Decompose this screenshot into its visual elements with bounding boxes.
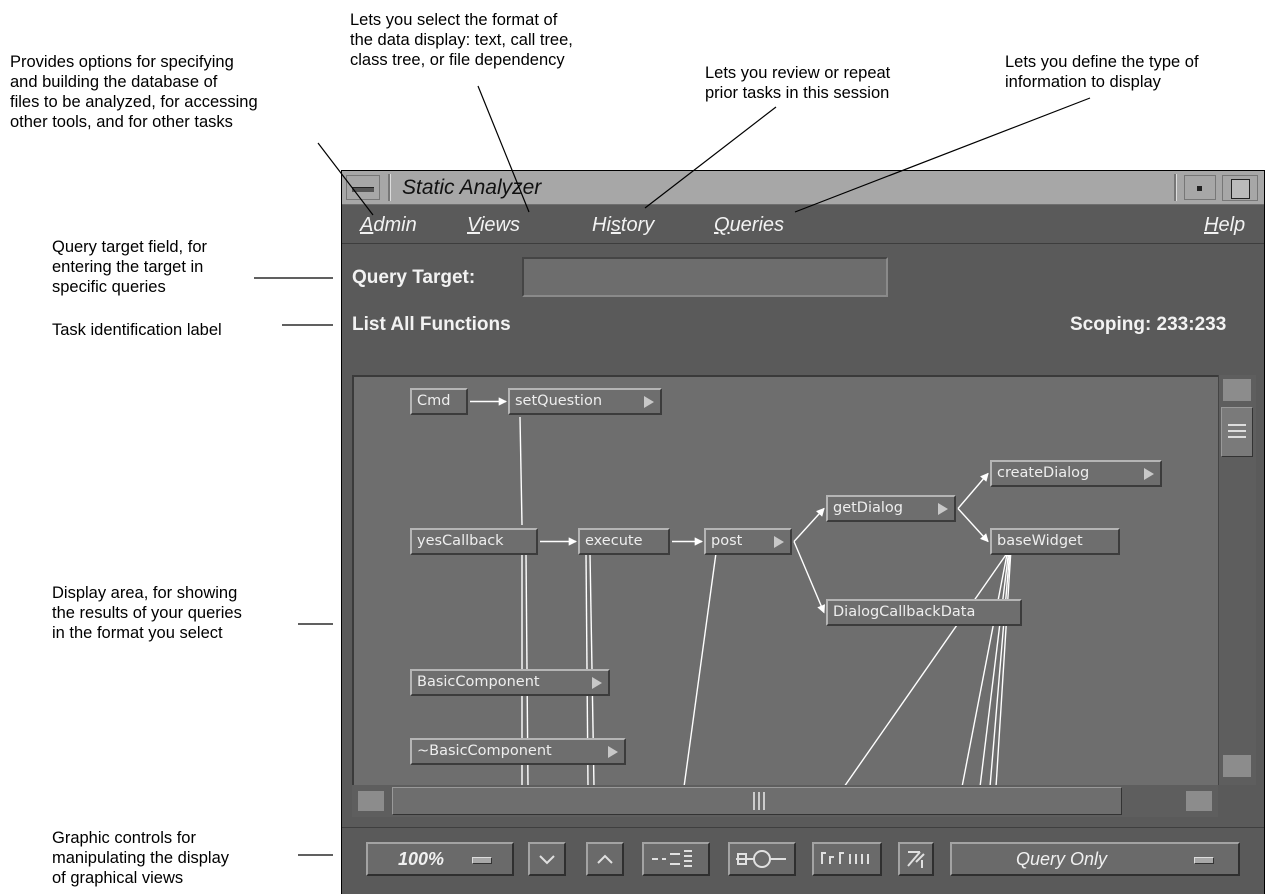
rotate-icon [907, 851, 925, 868]
callout-graphic-controls: Graphic controls for manipulating the di… [52, 829, 230, 887]
horizontal-scrollbar[interactable] [352, 785, 1218, 817]
mode-menu-icon [1194, 857, 1214, 864]
menu-queries[interactable]: Queries [714, 214, 784, 237]
task-identification-label: List All Functions [352, 314, 511, 335]
graph-node-dialogcallbackdata[interactable]: DialogCallbackData [826, 599, 1022, 626]
collapse-icon [539, 855, 555, 865]
vertical-scrollbar[interactable] [1218, 375, 1256, 785]
menu-bar: Admin Views History Queries Help [342, 206, 1264, 244]
graph-node-basewidget[interactable]: baseWidget [990, 528, 1120, 555]
scoping-label: Scoping: 233:233 [1070, 314, 1227, 335]
zoom-menu-icon [472, 857, 492, 864]
scroll-down-arrow-icon[interactable] [1223, 755, 1251, 777]
minimize-button[interactable] [1184, 175, 1216, 200]
graph-node-execute[interactable]: execute [578, 528, 670, 555]
display-area[interactable]: Cmd setQuestion yesCallback execute post… [352, 375, 1218, 785]
callout-views: Lets you select the format of the data d… [350, 11, 573, 69]
graph-edges [470, 397, 1012, 785]
scroll-left-arrow-icon[interactable] [358, 791, 384, 811]
expand-arrow-icon[interactable] [774, 536, 784, 548]
tree-layout-button[interactable] [812, 842, 882, 876]
static-analyzer-window: Static Analyzer Admin Views History Quer… [341, 170, 1265, 894]
graph-node-post[interactable]: post [704, 528, 792, 555]
graph-edge [957, 472, 989, 509]
overview-icon [652, 850, 692, 867]
expand-button[interactable] [586, 842, 624, 876]
callout-queries: Lets you define the type of information … [1005, 53, 1199, 91]
collapse-button[interactable] [528, 842, 566, 876]
mode-menu[interactable]: Query Only [950, 842, 1240, 876]
zoom-menu[interactable]: 100% [366, 842, 514, 876]
graph-node-tilde-basiccomponent[interactable]: ~BasicComponent [410, 738, 626, 765]
vertical-scroll-thumb[interactable] [1221, 407, 1253, 457]
menu-history[interactable]: History [592, 214, 654, 237]
window-menu-button[interactable] [346, 175, 380, 200]
graph-edge [957, 508, 989, 543]
window-title: Static Analyzer [402, 176, 542, 199]
maximize-button[interactable] [1222, 175, 1258, 201]
callout-history: Lets you review or repeat prior tasks in… [705, 64, 891, 102]
graph-button[interactable] [728, 842, 796, 876]
graph-node-setquestion[interactable]: setQuestion [508, 388, 662, 415]
horizontal-scroll-thumb[interactable] [392, 787, 1122, 815]
callout-display-area: Display area, for showing the results of… [52, 584, 242, 642]
scroll-up-arrow-icon[interactable] [1223, 379, 1251, 401]
callout-task-label: Task identification label [52, 321, 222, 339]
expand-arrow-icon[interactable] [938, 503, 948, 515]
graph-edge [793, 507, 825, 542]
tree-layout-icon [821, 852, 869, 864]
graph-node-yescallback[interactable]: yesCallback [410, 528, 538, 555]
rotate-button[interactable] [898, 842, 934, 876]
expand-arrow-icon[interactable] [608, 746, 618, 758]
graph-node-basiccomponent[interactable]: BasicComponent [410, 669, 610, 696]
scroll-right-arrow-icon[interactable] [1186, 791, 1212, 811]
graph-icon [736, 850, 786, 868]
query-target-label: Query Target: [352, 267, 476, 288]
title-bar[interactable]: Static Analyzer [342, 171, 1264, 205]
graph-edge [793, 541, 826, 614]
menu-help[interactable]: Help [1204, 214, 1245, 237]
overview-button[interactable] [642, 842, 710, 876]
menu-admin[interactable]: Admin [360, 214, 417, 237]
expand-arrow-icon[interactable] [592, 677, 602, 689]
query-target-input[interactable] [522, 257, 888, 297]
expand-arrow-icon[interactable] [644, 396, 654, 408]
graph-node-cmd[interactable]: Cmd [410, 388, 468, 415]
menu-views[interactable]: Views [467, 214, 520, 237]
callout-admin: Provides options for specifying and buil… [10, 53, 258, 131]
graph-node-getdialog[interactable]: getDialog [826, 495, 956, 522]
expand-arrow-icon[interactable] [1144, 468, 1154, 480]
callout-query-target: Query target field, for entering the tar… [52, 238, 207, 296]
graph-node-createdialog[interactable]: createDialog [990, 460, 1162, 487]
expand-icon [597, 854, 613, 864]
graphic-controls-bar: 100% Query Only [342, 827, 1264, 894]
